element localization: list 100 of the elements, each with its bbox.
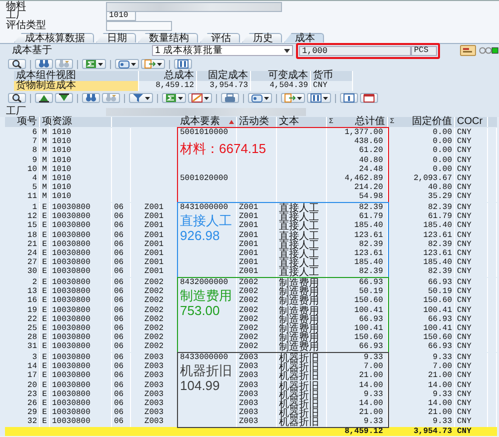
export-button[interactable] (281, 93, 305, 103)
tab[interactable]: 评估 (200, 32, 240, 42)
caret-icon (297, 96, 302, 100)
input-field[interactable]: 1010 (106, 11, 136, 22)
table-cell: Z001 (131, 221, 178, 231)
table-cell: E (40, 408, 50, 418)
column-header[interactable]: 成本要素 (180, 116, 220, 126)
tab[interactable]: 成本核算数据 (14, 32, 94, 42)
column-header[interactable]: 活动类 (239, 116, 269, 126)
table-cell: 61.20 (327, 146, 388, 156)
table-cell: 50.19 (327, 287, 388, 296)
table-cell: 1010 (50, 146, 112, 156)
columns-button[interactable] (307, 93, 331, 103)
column-header[interactable]: 固定价值 (412, 116, 452, 126)
column-header[interactable]: 总计值 (355, 116, 385, 126)
table-cell: M (40, 164, 50, 174)
sigma-button[interactable] (82, 59, 106, 69)
table-cell: 40.80 (388, 183, 455, 192)
table-cell: Z002 (131, 342, 178, 352)
search-button[interactable] (8, 93, 26, 103)
table-cell: Z001 (131, 203, 178, 212)
tab[interactable]: 数量结构 (138, 32, 198, 42)
export-button[interactable] (141, 59, 165, 69)
unit-field[interactable]: PCS (411, 46, 437, 56)
table-cell: 100.41 (327, 324, 388, 334)
table-cell: CNY (455, 212, 488, 222)
input-field[interactable] (106, 2, 282, 12)
table-cell: 0.00 (388, 137, 455, 146)
table-cell: 31 (5, 342, 40, 352)
table-cell: 10030800 (50, 258, 112, 268)
column-header[interactable]: COCr (457, 116, 483, 126)
input-field[interactable] (106, 108, 306, 116)
table-cell: E (40, 324, 50, 334)
table-cell: Z002 (131, 314, 178, 324)
table-cell: 35.29 (388, 192, 455, 202)
table-cell: 123.61 (327, 248, 388, 258)
table-cell: E (40, 278, 50, 288)
table-cell: Z002 (131, 333, 178, 342)
total-cell: 8,459.12 (327, 426, 388, 436)
tab[interactable]: 历史 (242, 32, 282, 42)
table-cell: 10030800 (50, 353, 112, 362)
layout-button[interactable] (115, 59, 139, 69)
table-cell: Z002 (237, 342, 277, 352)
table-cell: 10030800 (50, 306, 112, 315)
sort-ascending-button[interactable] (35, 93, 53, 103)
traffic-light-icon (479, 47, 499, 54)
column-header[interactable]: 资源 (52, 116, 72, 126)
table-cell: 1010 (50, 174, 112, 184)
sigma-button[interactable] (162, 93, 186, 103)
table-cell: 10030800 (50, 324, 112, 334)
quantity-field[interactable]: 1,000 (299, 46, 411, 56)
field-label: 评估类型 (5, 20, 47, 31)
layout-button[interactable] (248, 93, 272, 103)
column-header[interactable]: 项 (42, 116, 52, 126)
sort-descending-button[interactable] (55, 93, 73, 103)
subtotal-button[interactable] (188, 93, 212, 103)
table-cell: 19 (5, 306, 40, 315)
calendar-button[interactable] (360, 93, 378, 103)
columns-icon (177, 59, 189, 69)
binoculars-button[interactable] (35, 59, 53, 69)
export-icon (284, 93, 296, 103)
table-cell: 82.39 (388, 240, 455, 249)
table-cell: 5001010000 (178, 128, 237, 138)
table-cell: E (40, 287, 50, 296)
search-icon (11, 93, 23, 103)
table-cell: 直接人工 (277, 240, 327, 249)
table-cell: Z001 (237, 230, 277, 240)
table-cell: Z003 (237, 362, 277, 372)
column-header[interactable]: 项号 (17, 116, 37, 126)
table-cell: 150.60 (388, 333, 455, 342)
filter-button[interactable] (129, 93, 153, 103)
binoculars-button[interactable] (82, 93, 100, 103)
tab[interactable]: 成本 (284, 32, 324, 42)
table-cell: Z001 (237, 258, 277, 268)
column-header[interactable]: 文本 (279, 116, 299, 126)
table-cell: 123.61 (388, 230, 455, 240)
table-cell: 7 (5, 137, 40, 146)
info-button[interactable] (340, 93, 358, 103)
search-button[interactable] (8, 59, 26, 69)
table-cell: E (40, 362, 50, 372)
input-field[interactable] (106, 20, 172, 31)
price-list-button[interactable] (460, 45, 476, 56)
cost-basis-dropdown[interactable]: 1 成本核算批量 (152, 45, 293, 56)
table-cell: 100.41 (327, 306, 388, 315)
table-cell: 10030800 (50, 278, 112, 288)
table-cell: 66.93 (388, 314, 455, 324)
table-cell[interactable]: 货物制造成本 (14, 80, 139, 90)
table-cell: 1010 (50, 156, 112, 165)
table-cell: Z003 (131, 398, 178, 408)
table-cell: Z002 (237, 324, 277, 334)
print-button[interactable] (221, 93, 239, 103)
table-cell: 06 (112, 353, 131, 362)
table-cell: 123.61 (388, 248, 455, 258)
table-cell: 制造费用 (277, 324, 327, 334)
table-cell: E (40, 203, 50, 212)
table-cell: 06 (112, 258, 131, 268)
table-cell: 机器折旧 (277, 398, 327, 408)
table-cell: 2,093.67 (388, 174, 455, 184)
table-cell: 4,462.89 (327, 174, 388, 184)
tab[interactable]: 日期 (96, 32, 136, 42)
